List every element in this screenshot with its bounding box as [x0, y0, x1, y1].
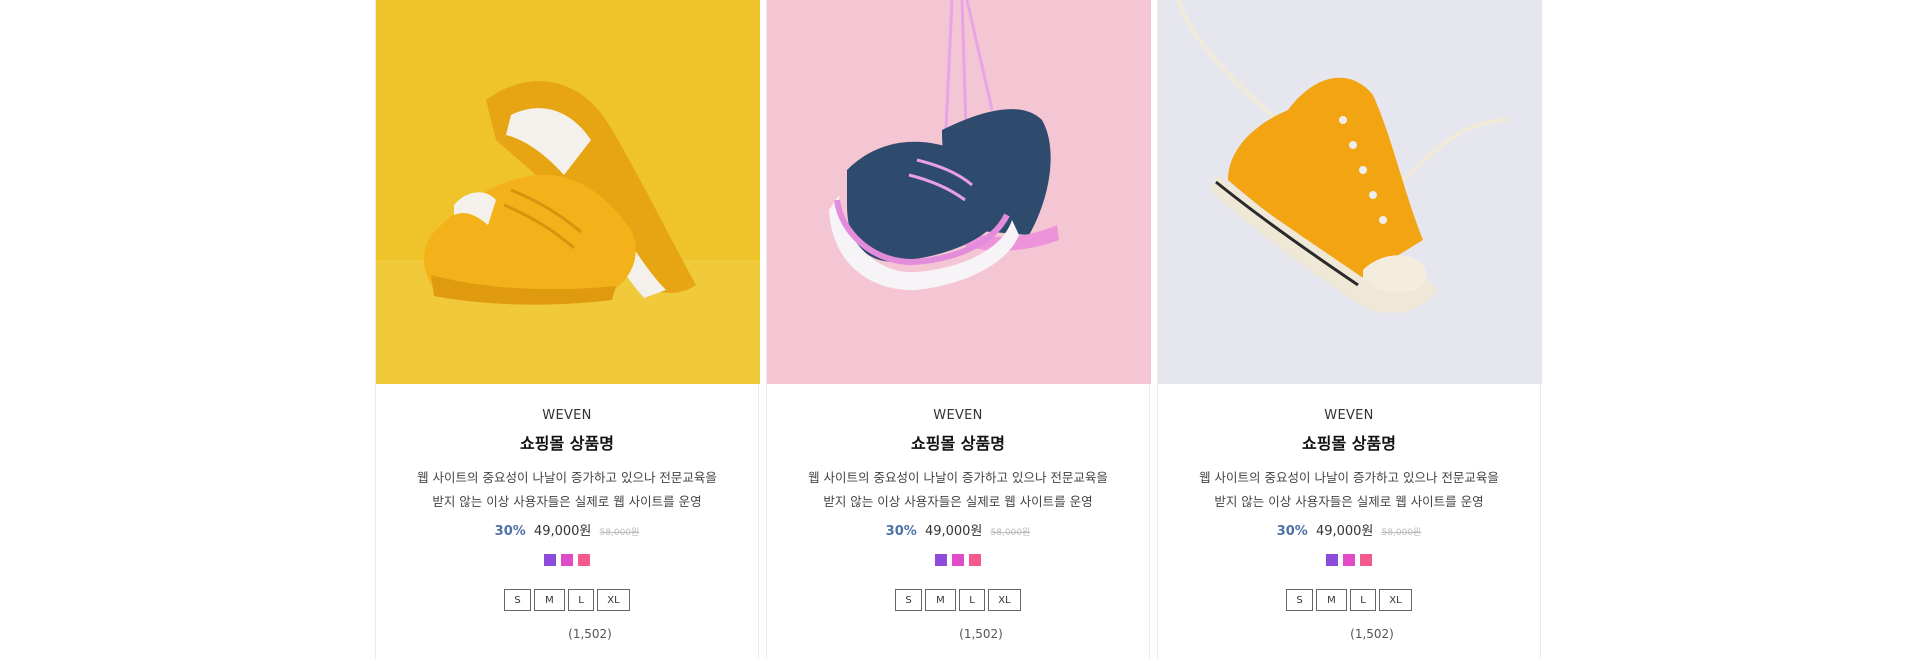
product-name[interactable]: 쇼핑몰 상품명 [767, 434, 1149, 454]
color-options [376, 554, 758, 566]
review-count: (1,502) [568, 627, 612, 641]
sale-price: 49,000원 [1315, 524, 1374, 539]
yellow-sneakers-image [376, 0, 760, 384]
orange-high-top-image [1158, 0, 1542, 384]
size-option-l[interactable]: L [568, 589, 594, 611]
description-line: 웹 사이트의 중요성이 나날이 증가하고 있으나 전문교육을 [1199, 470, 1499, 485]
size-option-s[interactable]: S [504, 589, 531, 611]
description-line: 받지 않는 이상 사용자들은 실제로 웹 사이트를 운영 [1214, 494, 1484, 509]
size-option-s[interactable]: S [895, 589, 922, 611]
product-brand: WEVEN [1324, 408, 1374, 423]
product-image[interactable] [767, 0, 1151, 384]
size-options: S M L XL [1158, 589, 1540, 611]
product-card[interactable]: WEVEN 쇼핑몰 상품명 웹 사이트의 중요성이 나날이 증가하고 있으나 전… [375, 0, 760, 659]
color-options [767, 554, 1149, 566]
sale-price: 49,000원 [924, 524, 983, 539]
size-option-l[interactable]: L [1350, 589, 1376, 611]
product-image[interactable] [376, 0, 760, 384]
discount-rate: 30% [1276, 524, 1308, 539]
original-price: 58,000원 [990, 528, 1031, 538]
description-line: 웹 사이트의 중요성이 나날이 증가하고 있으나 전문교육을 [417, 470, 717, 485]
original-price: 58,000원 [599, 528, 640, 538]
product-image[interactable] [1158, 0, 1542, 384]
sale-price: 49,000원 [533, 524, 592, 539]
description-line: 웹 사이트의 중요성이 나날이 증가하고 있으나 전문교육을 [808, 470, 1108, 485]
color-swatch-purple[interactable] [935, 554, 947, 566]
product-list: WEVEN 쇼핑몰 상품명 웹 사이트의 중요성이 나날이 증가하고 있으나 전… [375, 0, 1542, 659]
color-options [1158, 554, 1540, 566]
review-count: (1,502) [959, 627, 1003, 641]
review-count: (1,502) [1350, 627, 1394, 641]
product-card[interactable]: WEVEN 쇼핑몰 상품명 웹 사이트의 중요성이 나날이 증가하고 있으나 전… [1157, 0, 1542, 659]
color-swatch-purple[interactable] [1326, 554, 1338, 566]
size-option-s[interactable]: S [1286, 589, 1313, 611]
product-description: 웹 사이트의 중요성이 나날이 증가하고 있으나 전문교육을 받지 않는 이상 … [767, 466, 1149, 514]
product-name[interactable]: 쇼핑몰 상품명 [1158, 434, 1540, 454]
color-swatch-magenta[interactable] [1343, 554, 1355, 566]
discount-rate: 30% [494, 524, 526, 539]
discount-rate: 30% [885, 524, 917, 539]
size-option-xl[interactable]: XL [1379, 589, 1412, 611]
size-option-m[interactable]: M [925, 589, 956, 611]
product-brand: WEVEN [542, 408, 592, 423]
color-swatch-pink[interactable] [1360, 554, 1372, 566]
product-price: 30% 49,000원 58,000원 [376, 523, 758, 541]
product-card[interactable]: WEVEN 쇼핑몰 상품명 웹 사이트의 중요성이 나날이 증가하고 있으나 전… [766, 0, 1151, 659]
size-option-m[interactable]: M [534, 589, 565, 611]
color-swatch-magenta[interactable] [561, 554, 573, 566]
color-swatch-purple[interactable] [544, 554, 556, 566]
product-description: 웹 사이트의 중요성이 나날이 증가하고 있으나 전문교육을 받지 않는 이상 … [376, 466, 758, 514]
description-line: 받지 않는 이상 사용자들은 실제로 웹 사이트를 운영 [432, 494, 702, 509]
product-description: 웹 사이트의 중요성이 나날이 증가하고 있으나 전문교육을 받지 않는 이상 … [1158, 466, 1540, 514]
product-price: 30% 49,000원 58,000원 [1158, 523, 1540, 541]
color-swatch-pink[interactable] [578, 554, 590, 566]
product-brand: WEVEN [933, 408, 983, 423]
size-option-xl[interactable]: XL [988, 589, 1021, 611]
size-options: S M L XL [767, 589, 1149, 611]
navy-pink-sneakers-image [767, 0, 1151, 384]
size-option-l[interactable]: L [959, 589, 985, 611]
description-line: 받지 않는 이상 사용자들은 실제로 웹 사이트를 운영 [823, 494, 1093, 509]
size-options: S M L XL [376, 589, 758, 611]
size-option-m[interactable]: M [1316, 589, 1347, 611]
color-swatch-magenta[interactable] [952, 554, 964, 566]
color-swatch-pink[interactable] [969, 554, 981, 566]
product-name[interactable]: 쇼핑몰 상품명 [376, 434, 758, 454]
product-price: 30% 49,000원 58,000원 [767, 523, 1149, 541]
original-price: 58,000원 [1381, 528, 1422, 538]
size-option-xl[interactable]: XL [597, 589, 630, 611]
